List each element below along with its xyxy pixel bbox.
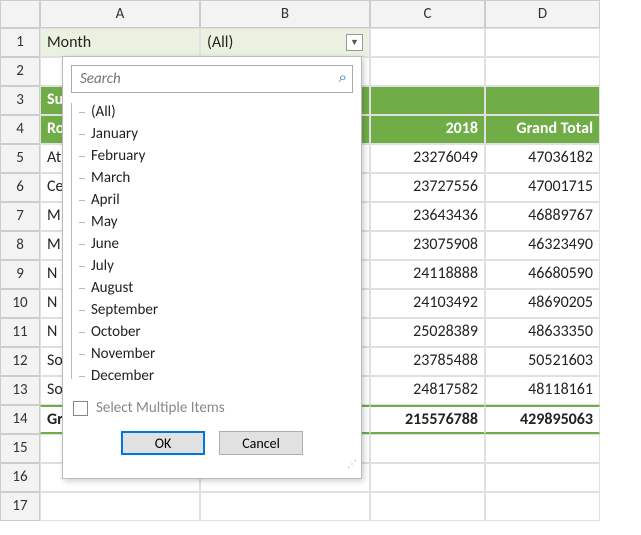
cell[interactable] xyxy=(370,434,485,463)
row-header[interactable]: 10 xyxy=(0,289,40,318)
pivot-value[interactable]: 23276049 xyxy=(370,144,485,173)
row-header[interactable]: 16 xyxy=(0,463,40,492)
filter-item[interactable]: November xyxy=(79,343,353,365)
pivot-value[interactable]: 46680590 xyxy=(485,260,600,289)
cell[interactable] xyxy=(485,57,600,86)
select-all-corner[interactable] xyxy=(0,0,40,28)
pivot-value[interactable]: 23785488 xyxy=(370,347,485,376)
row-header[interactable]: 11 xyxy=(0,318,40,347)
row-header[interactable]: 5 xyxy=(0,144,40,173)
row-header[interactable]: 7 xyxy=(0,202,40,231)
filter-item[interactable]: July xyxy=(79,255,353,277)
row-header[interactable]: 13 xyxy=(0,376,40,405)
pivot-grand-total-value[interactable]: 429895063 xyxy=(485,405,600,434)
pivot-value[interactable]: 24817582 xyxy=(370,376,485,405)
filter-item-all[interactable]: (All) xyxy=(79,101,353,123)
pivot-col-2018[interactable]: 2018 xyxy=(370,115,485,144)
pivot-grand-total-value[interactable]: 215576788 xyxy=(370,405,485,434)
cell[interactable] xyxy=(200,492,370,521)
pivot-value[interactable]: 50521603 xyxy=(485,347,600,376)
row-header[interactable]: 12 xyxy=(0,347,40,376)
filter-value-text: (All) xyxy=(207,33,233,52)
pivot-value[interactable]: 48633350 xyxy=(485,318,600,347)
pivot-value[interactable]: 25028389 xyxy=(370,318,485,347)
filter-item[interactable]: February xyxy=(79,145,353,167)
filter-dropdown-button[interactable]: ▼ xyxy=(346,34,363,51)
pivot-value[interactable]: 48690205 xyxy=(485,289,600,318)
row-header[interactable]: 1 xyxy=(0,28,40,57)
cell[interactable] xyxy=(370,28,485,57)
search-input[interactable] xyxy=(71,65,353,93)
pivot-value[interactable]: 47001715 xyxy=(485,173,600,202)
pivot-value[interactable]: 46323490 xyxy=(485,231,600,260)
row-header[interactable]: 3 xyxy=(0,86,40,115)
pivot-value[interactable]: 24118888 xyxy=(370,260,485,289)
cell[interactable] xyxy=(485,28,600,57)
filter-label-cell[interactable]: Month xyxy=(40,28,200,57)
filter-item[interactable]: April xyxy=(79,189,353,211)
filter-item[interactable]: May xyxy=(79,211,353,233)
ok-button[interactable]: OK xyxy=(121,431,205,455)
filter-item[interactable]: January xyxy=(79,123,353,145)
filter-item[interactable]: August xyxy=(79,277,353,299)
row-header[interactable]: 9 xyxy=(0,260,40,289)
filter-item[interactable]: June xyxy=(79,233,353,255)
row-header[interactable]: 14 xyxy=(0,405,40,434)
pivot-value[interactable]: 23727556 xyxy=(370,173,485,202)
cell[interactable] xyxy=(40,492,200,521)
cancel-button[interactable]: Cancel xyxy=(219,431,303,455)
cell[interactable] xyxy=(370,57,485,86)
chevron-down-icon: ▼ xyxy=(350,37,359,48)
filter-item[interactable]: December xyxy=(79,365,353,387)
col-header-d[interactable]: D xyxy=(485,0,600,28)
select-multiple-items-row[interactable]: Select Multiple Items xyxy=(71,393,353,427)
pivot-value[interactable]: 47036182 xyxy=(485,144,600,173)
col-header-b[interactable]: B xyxy=(200,0,370,28)
filter-item-list: (All) January February March April May J… xyxy=(71,99,353,393)
row-header[interactable]: 15 xyxy=(0,434,40,463)
row-header[interactable]: 6 xyxy=(0,173,40,202)
cell[interactable] xyxy=(370,492,485,521)
row-header[interactable]: 2 xyxy=(0,57,40,86)
filter-item[interactable]: October xyxy=(79,321,353,343)
select-multiple-label: Select Multiple Items xyxy=(96,399,225,417)
row-header[interactable]: 8 xyxy=(0,231,40,260)
filter-item[interactable]: March xyxy=(79,167,353,189)
pivot-header[interactable] xyxy=(370,86,485,115)
resize-gripper-icon[interactable]: ⋰ xyxy=(71,457,357,470)
cell[interactable] xyxy=(485,434,600,463)
filter-item[interactable]: September xyxy=(79,299,353,321)
pivot-value[interactable]: 23643436 xyxy=(370,202,485,231)
pivot-header[interactable] xyxy=(485,86,600,115)
pivot-value[interactable]: 23075908 xyxy=(370,231,485,260)
pivot-value[interactable]: 48118161 xyxy=(485,376,600,405)
pivot-value[interactable]: 24103492 xyxy=(370,289,485,318)
row-header[interactable]: 4 xyxy=(0,115,40,144)
cell[interactable] xyxy=(485,463,600,492)
cell[interactable] xyxy=(370,463,485,492)
row-header[interactable]: 17 xyxy=(0,492,40,521)
select-multiple-checkbox[interactable] xyxy=(73,401,88,416)
col-header-c[interactable]: C xyxy=(370,0,485,28)
pivot-value[interactable]: 46889767 xyxy=(485,202,600,231)
filter-dropdown-panel: ⌕ (All) January February March April May… xyxy=(62,56,362,479)
cell[interactable] xyxy=(485,492,600,521)
filter-value-cell[interactable]: (All) ▼ xyxy=(200,28,370,57)
col-header-a[interactable]: A xyxy=(40,0,200,28)
pivot-col-grand-total[interactable]: Grand Total xyxy=(485,115,600,144)
